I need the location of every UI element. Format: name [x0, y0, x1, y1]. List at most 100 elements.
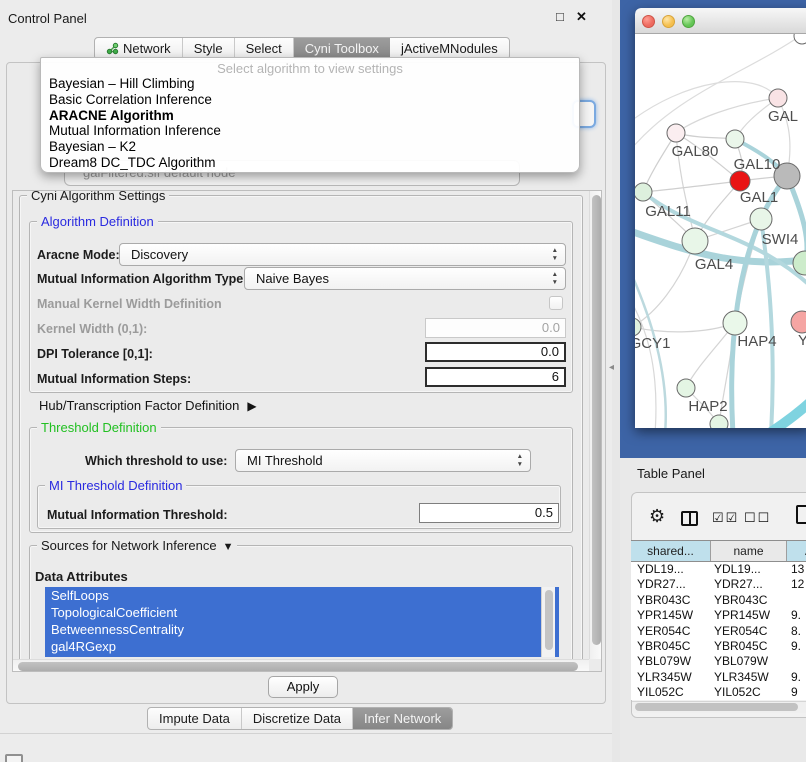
attribute-list-item[interactable]: gal4RGexp	[45, 638, 559, 655]
node-hap2[interactable]	[677, 379, 695, 397]
table-row[interactable]: YDR27...YDR27...12	[631, 577, 806, 592]
network-edge[interactable]	[635, 294, 656, 428]
node-gal4[interactable]	[682, 228, 708, 254]
table-row[interactable]: YBL079WYBL079W	[631, 654, 806, 669]
algorithm-option[interactable]: ARACNE Algorithm	[41, 108, 579, 124]
attribute-list-item[interactable]: SelfLoops	[45, 587, 559, 604]
collapse-down-icon[interactable]: ▼	[223, 541, 234, 553]
attribute-list-item[interactable]: BetweennessCentrality	[45, 621, 559, 638]
tab-discretize-data[interactable]: Discretize Data	[242, 708, 353, 729]
export-table-icon[interactable]	[796, 505, 806, 524]
mi-type-combo[interactable]: Naive Bayes ▲▼	[244, 267, 566, 290]
settings-vertical-thumb[interactable]	[592, 195, 601, 645]
dpi-tolerance-field[interactable]: 0.0	[425, 342, 566, 362]
table-cell[interactable]: YLR345W	[631, 670, 711, 685]
algorithm-option[interactable]: Bayesian – Hill Climbing	[41, 76, 579, 92]
settings-vertical-scrollbar[interactable]	[589, 191, 602, 659]
network-view-window[interactable]: GALGAL80GAL10GAL1GAL11SWI4GAL4GCY1HAP4YH…	[635, 8, 806, 428]
node-salmon[interactable]	[791, 311, 806, 333]
tab-select[interactable]: Select	[235, 38, 294, 59]
network-edge[interactable]	[643, 133, 676, 192]
attributes-scrollbar-thumb[interactable]	[545, 590, 553, 650]
node-hap4[interactable]	[723, 311, 747, 335]
table-cell[interactable]: YBR043C	[711, 593, 787, 608]
table-cell[interactable]: 13	[787, 562, 806, 577]
table-cell[interactable]: YBR043C	[631, 593, 711, 608]
kernel-width-field[interactable]: 0.0	[425, 318, 566, 338]
table-cell[interactable]: YBR045C	[711, 639, 787, 654]
table-cell[interactable]: 9.	[787, 670, 806, 685]
table-cell[interactable]: YBL079W	[631, 654, 711, 669]
node-gal10[interactable]	[726, 130, 744, 148]
table-cell[interactable]: YBL079W	[711, 654, 787, 669]
node-swi4[interactable]	[750, 208, 772, 230]
select-all-icon[interactable]: ☑☑	[712, 510, 739, 526]
data-attributes-list[interactable]: SelfLoopsTopologicalCoefficientBetweenne…	[45, 587, 559, 657]
hub-definition-toggle[interactable]: Hub/Transcription Factor Definition▶	[39, 398, 257, 413]
tab-impute-data[interactable]: Impute Data	[148, 708, 242, 729]
column-header-shared-name[interactable]: shared...	[631, 541, 711, 561]
algorithm-option[interactable]: Basic Correlation Inference	[41, 92, 579, 108]
node-gal80[interactable]	[667, 124, 685, 142]
settings-horizontal-thumb[interactable]	[18, 662, 578, 671]
mi-steps-field[interactable]: 6	[425, 367, 566, 387]
node-bottom[interactable]	[710, 415, 728, 428]
table-cell[interactable]: YPR145W	[631, 608, 711, 623]
table-row[interactable]: YIL052CYIL052C9	[631, 685, 806, 700]
column-chooser-icon[interactable]	[681, 511, 698, 526]
table-row[interactable]: YLR345WYLR345W9.	[631, 670, 806, 685]
table-cell[interactable]: YDL19...	[711, 562, 787, 577]
which-threshold-combo[interactable]: MI Threshold ▲▼	[235, 449, 531, 472]
algorithm-option[interactable]: Dream8 DC_TDC Algorithm	[41, 155, 579, 171]
sources-title[interactable]: Sources for Network Inference▼	[37, 538, 237, 553]
float-window-icon[interactable]: □	[556, 9, 564, 24]
close-panel-icon[interactable]: ✕	[576, 9, 587, 25]
tab-cyni-toolbox[interactable]: Cyni Toolbox	[294, 38, 390, 59]
algorithm-option[interactable]: Mutual Information Inference	[41, 123, 579, 139]
table-cell[interactable]: 8.	[787, 624, 806, 639]
table-cell[interactable]: YBR045C	[631, 639, 711, 654]
table-cell[interactable]: YPR145W	[711, 608, 787, 623]
table-cell[interactable]: YER054C	[711, 624, 787, 639]
table-cell[interactable]	[787, 593, 806, 608]
table-cell[interactable]: 9	[787, 685, 806, 700]
network-canvas[interactable]: GALGAL80GAL10GAL1GAL11SWI4GAL4GCY1HAP4YH…	[635, 34, 806, 428]
algorithm-option[interactable]: Bayesian – K2	[41, 139, 579, 155]
close-window-icon[interactable]	[642, 15, 655, 28]
table-cell[interactable]: YDL19...	[631, 562, 711, 577]
tab-jactivemnodules[interactable]: jActiveMNodules	[390, 38, 509, 59]
table-row[interactable]: YBR045CYBR045C9.	[631, 639, 806, 654]
table-row[interactable]: YDL19...YDL19...13	[631, 562, 806, 577]
table-cell[interactable]: YER054C	[631, 624, 711, 639]
table-cell[interactable]: 9.	[787, 639, 806, 654]
table-row[interactable]: YER054CYER054C8.	[631, 624, 806, 639]
column-header-name[interactable]: name	[711, 541, 787, 561]
tab-infer-network[interactable]: Infer Network	[353, 708, 452, 729]
column-header-partial[interactable]: A	[787, 541, 806, 561]
minimized-panel-icon[interactable]	[5, 754, 23, 762]
zoom-window-icon[interactable]	[682, 15, 695, 28]
table-cell[interactable]	[787, 654, 806, 669]
expand-right-icon[interactable]: ▶	[247, 399, 256, 413]
table-cell[interactable]: YDR27...	[711, 577, 787, 592]
tab-network[interactable]: Network	[95, 38, 183, 59]
network-edge[interactable]	[635, 82, 778, 124]
panel-splitter[interactable]	[612, 0, 620, 762]
table-cell[interactable]: 12	[787, 577, 806, 592]
tab-style[interactable]: Style	[183, 38, 235, 59]
table-cell[interactable]: YIL052C	[711, 685, 787, 700]
table-cell[interactable]: YIL052C	[631, 685, 711, 700]
node-top-arc[interactable]	[794, 34, 806, 44]
node-gal1[interactable]	[730, 171, 750, 191]
attribute-list-item[interactable]: TopologicalCoefficient	[45, 604, 559, 621]
settings-horizontal-scrollbar[interactable]	[13, 659, 589, 672]
node-gal-pink[interactable]	[769, 89, 787, 107]
gear-icon[interactable]: ⚙	[649, 506, 665, 527]
attributes-scrollbar[interactable]	[541, 587, 555, 657]
deselect-all-icon[interactable]: ☐☐	[744, 510, 771, 526]
splitter-collapse-icon[interactable]: ◂	[609, 362, 614, 373]
table-cell[interactable]: YLR345W	[711, 670, 787, 685]
table-cell[interactable]: 9.	[787, 608, 806, 623]
network-edge[interactable]	[676, 98, 778, 133]
network-window-titlebar[interactable]	[635, 8, 806, 34]
